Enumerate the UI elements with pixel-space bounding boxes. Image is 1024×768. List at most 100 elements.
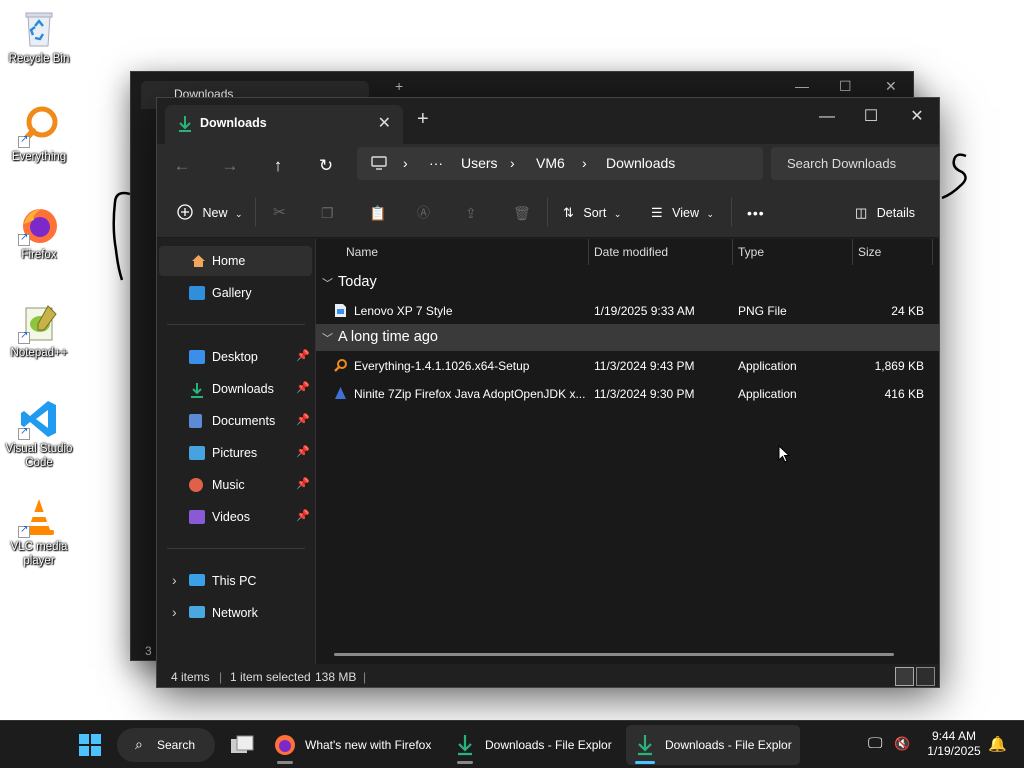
shortcut-arrow-icon (18, 232, 30, 246)
png-file-icon (335, 304, 346, 317)
forward-button[interactable]: → (217, 154, 243, 178)
toolbar-divider (255, 198, 256, 226)
chevron-right-icon[interactable]: › (172, 572, 177, 588)
desktop-icon-label: Visual Studio Code (5, 443, 73, 469)
view-button[interactable]: ☰ View ⌄ (651, 202, 714, 224)
ninite-icon (335, 387, 346, 399)
breadcrumb-users[interactable]: Users (461, 155, 498, 171)
tab-title: Downloads (200, 116, 267, 130)
desktop-icon-vlc[interactable]: VLC media player (2, 496, 76, 568)
delete-icon[interactable]: 🗑 (513, 202, 531, 224)
group-header[interactable]: ﹀ Today (316, 269, 939, 296)
up-button[interactable]: ↑ (265, 154, 291, 178)
file-row[interactable]: Everything-1.4.1.1026.x64-Setup 11/3/202… (316, 352, 939, 380)
volume-muted-icon[interactable]: 🔇 (894, 736, 910, 752)
horizontal-scrollbar[interactable] (334, 653, 894, 656)
sidebar-item-pictures[interactable]: Pictures 📌 (159, 438, 312, 468)
details-view-button[interactable] (895, 667, 914, 686)
background-close-button[interactable]: ✕ (885, 78, 897, 95)
sidebar-item-downloads[interactable]: Downloads 📌 (159, 374, 312, 404)
everything-icon (18, 106, 60, 148)
start-button[interactable] (70, 725, 110, 765)
new-tab-button[interactable]: + (417, 108, 429, 131)
sidebar-item-desktop[interactable]: Desktop 📌 (159, 342, 312, 372)
refresh-button[interactable]: ↻ (313, 154, 339, 178)
chevron-down-icon: ﹀ (322, 278, 333, 290)
tiles-view-button[interactable] (916, 667, 935, 686)
new-button[interactable]: New ⌄ (177, 202, 243, 224)
back-button[interactable]: ← (169, 154, 195, 178)
taskbar-app-firefox[interactable]: What's new with Firefox (266, 725, 444, 765)
column-header-date[interactable]: Date modified (594, 239, 733, 265)
sidebar-item-videos[interactable]: Videos 📌 (159, 502, 312, 532)
details-pane-button[interactable]: ◫ Details (855, 202, 915, 224)
column-header-type[interactable]: Type (738, 239, 853, 265)
desktop-icon-notepad-plus-plus[interactable]: Notepad++ (2, 302, 76, 360)
network-status-icon[interactable]: 🖵 (868, 735, 882, 752)
file-row[interactable]: Lenovo XP 7 Style 1/19/2025 9:33 AM PNG … (316, 297, 939, 325)
column-header-size[interactable]: Size (858, 239, 933, 265)
background-minimize-button[interactable]: — (795, 78, 809, 94)
tab-downloads[interactable]: Downloads ✕ (165, 105, 403, 144)
desktop-icon-everything[interactable]: Everything (2, 106, 76, 164)
pin-icon: 📌 (296, 382, 310, 394)
chevron-right-icon[interactable]: › (172, 604, 177, 620)
file-type: PNG File (738, 304, 787, 318)
search-box[interactable]: Search Downloads (771, 147, 939, 180)
column-header-name[interactable]: Name (346, 239, 589, 265)
sidebar-item-label: Videos (212, 510, 250, 524)
running-indicator (457, 761, 473, 764)
chevron-down-icon: ﹀ (322, 333, 333, 345)
file-list[interactable]: Name Date modified Type Size ﹀ Today Len… (315, 239, 939, 664)
sidebar-item-label: Network (212, 606, 258, 620)
sidebar-item-music[interactable]: Music 📌 (159, 470, 312, 500)
clock[interactable]: 9:44 AM 1/19/2025 (922, 729, 986, 759)
desktop-icon-label: Firefox (21, 249, 57, 261)
background-maximize-button[interactable]: ☐ (839, 78, 852, 95)
vscode-icon (18, 398, 60, 440)
tab-close-button[interactable]: ✕ (378, 113, 391, 133)
notification-bell-icon[interactable]: 🔔 (988, 735, 1007, 753)
sidebar-item-home[interactable]: Home (159, 246, 312, 276)
taskbar-app-explorer-2[interactable]: Downloads - File Explor (626, 725, 800, 765)
breadcrumb-chevron-icon: › (582, 155, 587, 171)
sort-button[interactable]: ⇅ Sort ⌄ (563, 202, 621, 224)
cut-icon[interactable]: ✂ (273, 202, 286, 224)
minimize-button[interactable]: — (805, 102, 849, 132)
breadcrumb-downloads[interactable]: Downloads (606, 155, 675, 171)
sidebar-item-label: Pictures (212, 446, 258, 460)
breadcrumb-chevron-icon: › (510, 155, 515, 171)
running-indicator (635, 761, 655, 764)
file-row[interactable]: Ninite 7Zip Firefox Java AdoptOpenJDK x.… (316, 380, 939, 408)
more-options-button[interactable]: ••• (747, 202, 765, 224)
share-icon[interactable]: ⇪ (465, 202, 477, 224)
taskbar-search-button[interactable]: ⌕ Search (117, 728, 215, 762)
sidebar-item-network[interactable]: › Network (159, 598, 312, 628)
pin-icon: 📌 (296, 478, 310, 490)
sidebar-item-documents[interactable]: Documents 📌 (159, 406, 312, 436)
copy-icon[interactable]: ❐ (321, 202, 334, 224)
paste-icon[interactable]: 📋 (369, 202, 386, 224)
maximize-button[interactable]: ☐ (849, 102, 893, 132)
search-input[interactable]: Search Downloads (787, 156, 896, 171)
title-bar[interactable]: Downloads ✕ + — ☐ ✕ (157, 98, 939, 144)
taskbar-app-explorer-1[interactable]: Downloads - File Explor (448, 725, 622, 765)
desktop-icon-recycle-bin[interactable]: Recycle Bin (2, 8, 76, 66)
background-new-tab-button[interactable]: + (395, 78, 403, 94)
mouse-cursor-icon (778, 445, 790, 463)
breadcrumb-more-button[interactable]: ··· (429, 155, 443, 171)
desktop-icon-label: Everything (11, 151, 67, 163)
desktop-icon-firefox[interactable]: Firefox (2, 204, 76, 262)
desktop-icon-vscode[interactable]: Visual Studio Code (2, 398, 76, 470)
address-bar[interactable]: › ··· Users › VM6 › Downloads (357, 147, 763, 180)
status-separator: | (363, 670, 367, 684)
close-button[interactable]: ✕ (895, 102, 939, 132)
sidebar-item-gallery[interactable]: Gallery (159, 278, 312, 308)
sidebar-item-this-pc[interactable]: › This PC (159, 566, 312, 596)
task-view-button[interactable] (222, 725, 262, 765)
rename-icon[interactable]: Ⓐ (417, 202, 430, 224)
breadcrumb-vm6[interactable]: VM6 (536, 155, 565, 171)
group-header[interactable]: ﹀ A long time ago (316, 324, 939, 351)
details-button-label: Details (876, 206, 915, 220)
file-explorer-window[interactable]: Downloads ✕ + — ☐ ✕ ← → ↑ ↻ › ··· Users … (156, 97, 940, 688)
